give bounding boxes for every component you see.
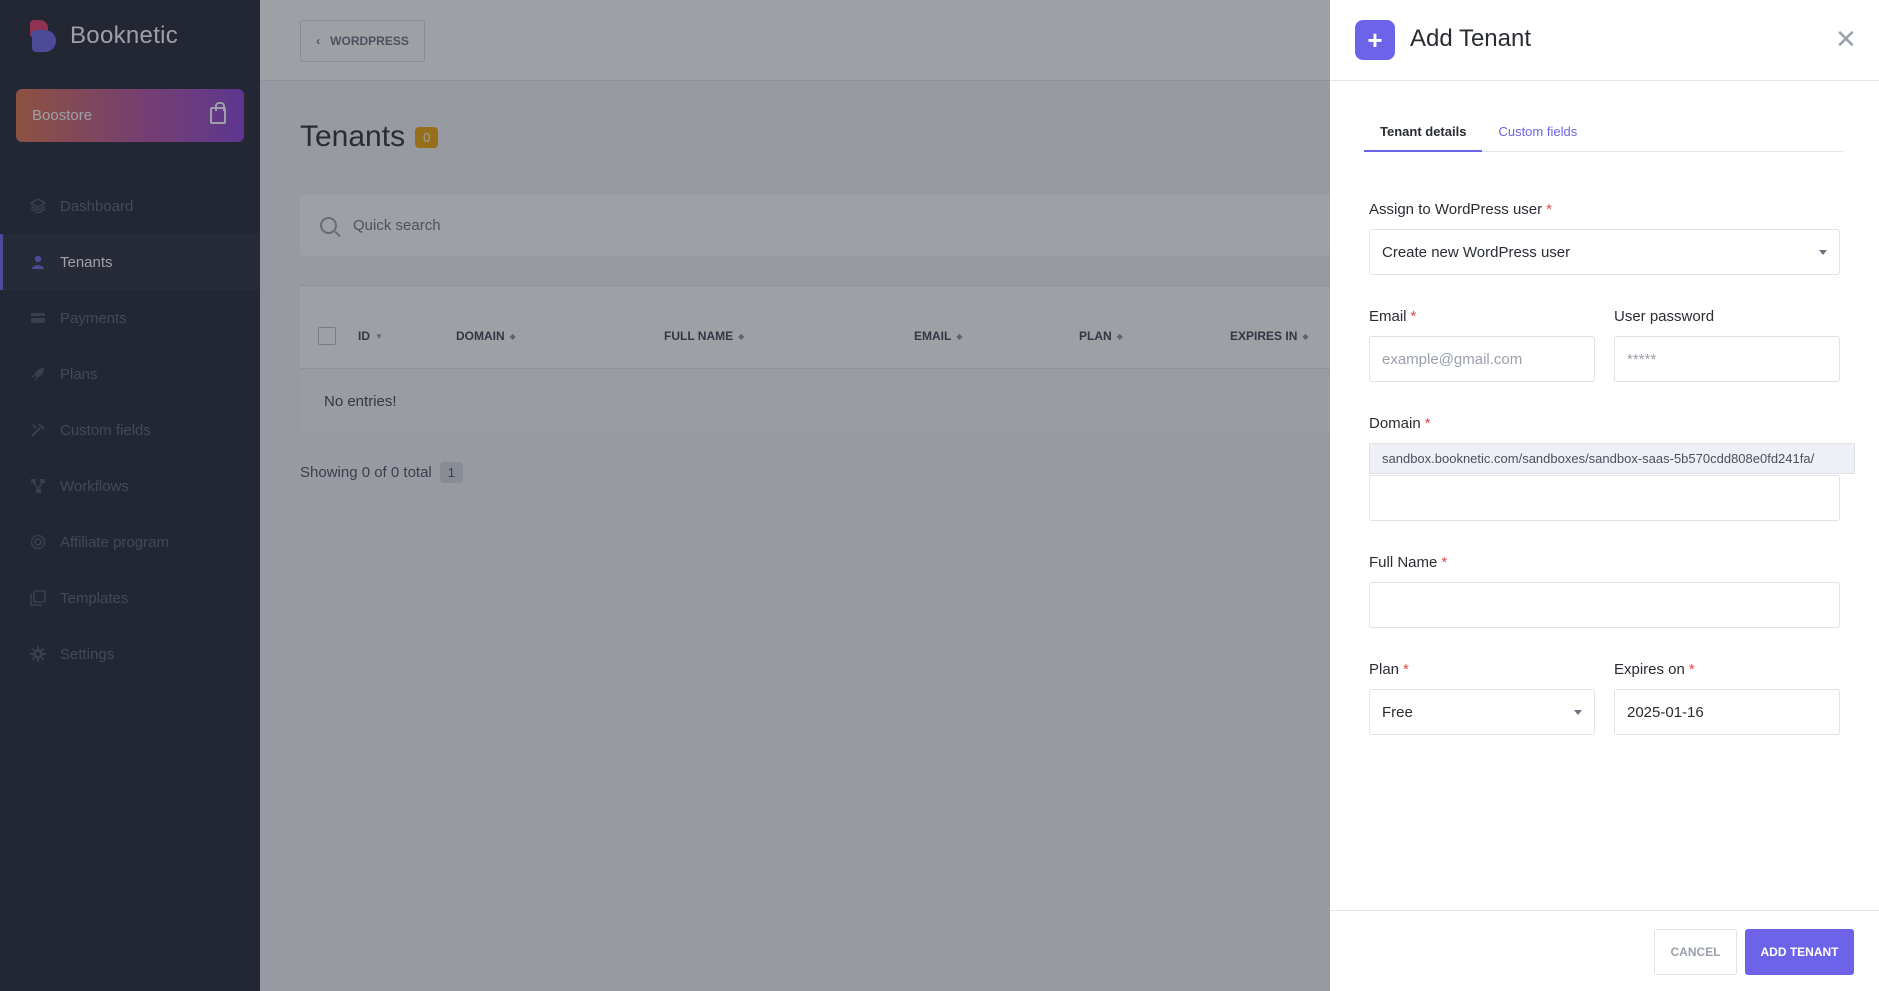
password-field[interactable]: ***** [1614, 336, 1840, 382]
select-value: Free [1382, 703, 1413, 721]
required-marker: * [1403, 661, 1409, 678]
wp-user-label: Assign to WordPress user * [1369, 201, 1552, 218]
expires-label: Expires on * [1614, 661, 1695, 678]
plus-icon: + [1355, 20, 1395, 60]
domain-field[interactable] [1369, 475, 1840, 521]
domain-label: Domain * [1369, 415, 1431, 432]
modal-backdrop[interactable] [0, 0, 1330, 991]
drawer-title: Add Tenant [1410, 25, 1531, 52]
label-text: Domain [1369, 415, 1421, 432]
full-name-label: Full Name * [1369, 554, 1447, 571]
password-label: User password [1614, 308, 1715, 325]
required-marker: * [1424, 415, 1431, 432]
required-marker: * [1688, 661, 1695, 678]
label-text: Full Name [1369, 554, 1438, 571]
wp-user-select[interactable]: Create new WordPress user [1369, 229, 1840, 275]
plan-label: Plan * [1369, 661, 1409, 678]
add-tenant-button[interactable]: ADD TENANT [1745, 929, 1854, 975]
domain-prefix: sandbox.booknetic.com/sandboxes/sandbox-… [1369, 443, 1855, 474]
cancel-button[interactable]: CANCEL [1654, 929, 1737, 975]
expires-date-field[interactable]: 2025-01-16 [1614, 689, 1840, 735]
add-tenant-drawer: + Add Tenant ✕ Tenant details Custom fie… [1330, 0, 1879, 991]
label-text: Plan [1369, 661, 1400, 678]
full-name-field[interactable] [1369, 582, 1840, 628]
required-marker: * [1410, 308, 1417, 325]
required-marker: * [1441, 554, 1448, 571]
tab-tenant-details[interactable]: Tenant details [1364, 118, 1483, 152]
label-text: Email [1369, 308, 1407, 325]
chevron-down-icon [1819, 250, 1827, 255]
plan-select[interactable]: Free [1369, 689, 1595, 735]
required-marker: * [1546, 201, 1552, 218]
email-label: Email * [1369, 308, 1416, 325]
email-field[interactable]: example@gmail.com [1369, 336, 1595, 382]
close-icon[interactable]: ✕ [1835, 24, 1857, 55]
drawer-footer: CANCEL ADD TENANT [1330, 910, 1879, 991]
label-text: Expires on [1614, 661, 1685, 678]
tab-custom-fields[interactable]: Custom fields [1482, 118, 1593, 152]
chevron-down-icon [1574, 710, 1582, 715]
select-value: Create new WordPress user [1382, 243, 1571, 261]
drawer-header: + Add Tenant ✕ [1330, 0, 1879, 81]
label-text: Assign to WordPress user [1369, 201, 1543, 218]
drawer-tabs: Tenant details Custom fields [1364, 118, 1844, 152]
